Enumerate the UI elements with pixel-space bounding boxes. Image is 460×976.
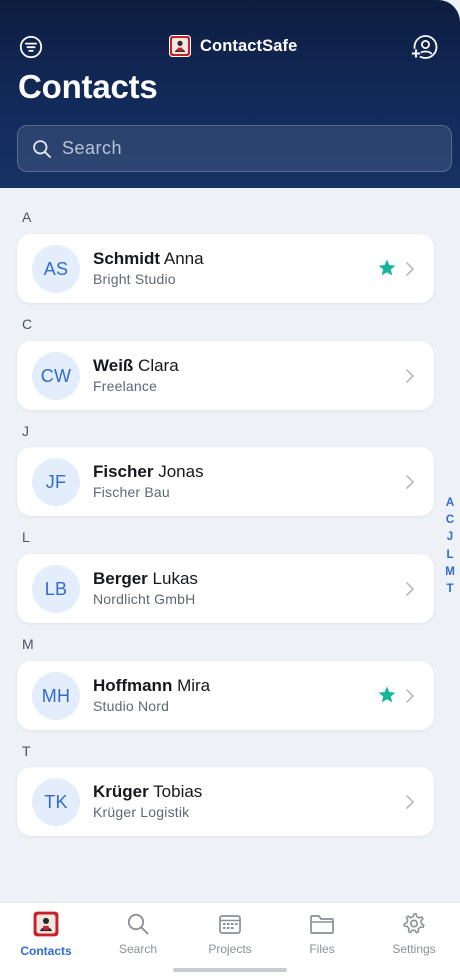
contactsafe-logo-icon <box>169 35 191 57</box>
tab-label: Files <box>309 942 335 956</box>
search-bar[interactable] <box>17 125 452 172</box>
contact-first-name: Anna <box>163 249 204 268</box>
contact-name: Fischer Jonas <box>93 462 204 482</box>
contact-card[interactable]: AS Schmidt Anna Bright Studio <box>17 234 434 303</box>
contact-company: Nordlicht GmbH <box>93 591 196 607</box>
projects-icon <box>219 915 241 934</box>
search-input[interactable] <box>62 138 422 159</box>
bottom-tab-bar: Contacts Search Projects Files Settings <box>0 902 460 976</box>
contact-first-name: Jonas <box>158 462 204 481</box>
avatar: JF <box>32 458 80 506</box>
chevron-right-icon <box>406 262 414 276</box>
home-indicator <box>173 968 287 972</box>
section-header-l: L <box>22 529 30 545</box>
contact-name: Schmidt Anna <box>93 249 204 269</box>
index-letter[interactable]: J <box>447 529 453 546</box>
filter-menu-icon <box>19 35 43 59</box>
page-title: Contacts <box>18 68 158 105</box>
gear-icon <box>403 913 425 934</box>
contact-first-name: Lukas <box>152 569 198 588</box>
tab-label: Settings <box>392 942 436 956</box>
contact-last-name: Berger <box>93 569 148 588</box>
section-header-j: J <box>22 423 29 439</box>
add-contact-icon <box>411 35 438 59</box>
contact-first-name: Mira <box>177 676 211 695</box>
filter-menu-button[interactable] <box>17 33 45 61</box>
avatar: TK <box>32 778 80 826</box>
contact-name: Weiß Clara <box>93 356 179 376</box>
index-letter[interactable]: C <box>446 512 454 529</box>
section-header-c: C <box>22 316 33 332</box>
contact-first-name: Tobias <box>153 782 203 801</box>
contact-name: Krüger Tobias <box>93 782 202 802</box>
contact-last-name: Hoffmann <box>93 676 173 695</box>
index-letter[interactable]: T <box>446 581 453 598</box>
contact-last-name: Fischer <box>93 462 154 481</box>
section-header-t: T <box>22 743 31 759</box>
index-letter[interactable]: M <box>445 564 455 581</box>
app-header: ContactSafe Contacts <box>0 0 460 188</box>
chevron-right-icon <box>406 582 414 596</box>
tab-label: Contacts <box>20 944 72 958</box>
index-letter[interactable]: A <box>446 495 454 512</box>
contact-card[interactable]: LB Berger Lukas Nordlicht GmbH <box>17 554 434 623</box>
contact-first-name: Clara <box>138 356 179 375</box>
app-name: ContactSafe <box>200 36 298 55</box>
chevron-right-icon <box>406 689 414 703</box>
contact-card[interactable]: MH Hoffmann Mira Studio Nord <box>17 661 434 730</box>
contact-card[interactable]: JF Fischer Jonas Fischer Bau <box>17 447 434 516</box>
tab-label: Projects <box>208 942 252 956</box>
contact-last-name: Weiß <box>93 356 134 375</box>
tab-contacts[interactable]: Contacts <box>6 911 86 958</box>
section-header-a: A <box>22 209 32 225</box>
tab-search[interactable]: Search <box>98 911 178 956</box>
alphabet-index[interactable]: A C J L M T <box>443 495 457 598</box>
contact-card[interactable]: TK Krüger Tobias Krüger Logistik <box>17 767 434 836</box>
avatar: CW <box>32 352 80 400</box>
contact-card[interactable]: CW Weiß Clara Freelance <box>17 341 434 410</box>
contact-name: Hoffmann Mira <box>93 676 210 696</box>
contact-last-name: Schmidt <box>93 249 161 268</box>
chevron-right-icon <box>406 795 414 809</box>
app-brand: ContactSafe <box>169 35 297 57</box>
avatar: AS <box>32 245 80 293</box>
tab-projects[interactable]: Projects <box>190 911 270 956</box>
search-icon <box>33 139 51 158</box>
contact-company: Studio Nord <box>93 698 170 714</box>
chevron-right-icon <box>406 369 414 383</box>
folder-icon <box>310 915 334 934</box>
favorite-star-icon[interactable] <box>377 685 397 705</box>
contact-company: Freelance <box>93 378 158 394</box>
chevron-right-icon <box>406 475 414 489</box>
contact-company: Bright Studio <box>93 271 176 287</box>
index-letter[interactable]: L <box>446 547 453 564</box>
tab-label: Search <box>118 942 158 956</box>
tab-settings[interactable]: Settings <box>374 911 454 956</box>
avatar: LB <box>32 565 80 613</box>
contact-company: Fischer Bau <box>93 484 170 500</box>
contact-company: Krüger Logistik <box>93 804 190 820</box>
contact-last-name: Krüger <box>93 782 149 801</box>
avatar: MH <box>32 672 80 720</box>
search-icon <box>127 913 149 935</box>
contactsafe-logo-icon <box>33 911 59 937</box>
add-contact-button[interactable] <box>410 34 438 62</box>
section-header-m: M <box>22 636 34 652</box>
favorite-star-icon[interactable] <box>377 258 397 278</box>
contact-name: Berger Lukas <box>93 569 198 589</box>
tab-files[interactable]: Files <box>282 911 362 956</box>
